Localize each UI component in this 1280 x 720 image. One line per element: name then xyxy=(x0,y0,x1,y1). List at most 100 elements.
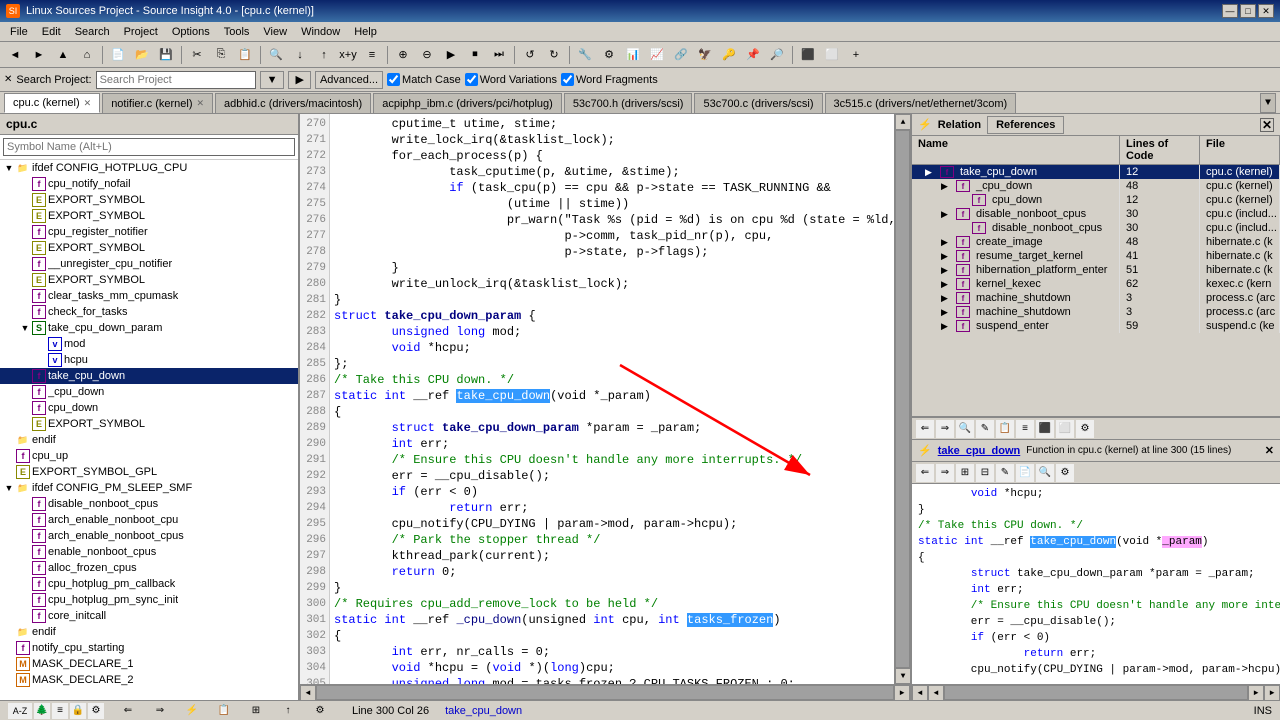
scroll-up-btn[interactable]: ▲ xyxy=(895,114,910,130)
toolbar-btn-15[interactable]: 🔧 xyxy=(574,45,596,65)
scroll-thumb-h[interactable] xyxy=(316,685,894,700)
preview-code[interactable]: void *hcpu;}/* Take this CPU down. */sta… xyxy=(912,484,1280,684)
rel-row-0[interactable]: ▶ f take_cpu_down 12 cpu.c (kernel) xyxy=(912,165,1280,179)
tree-item-20[interactable]: ▼📁ifdef CONFIG_PM_SLEEP_SMF xyxy=(0,480,298,496)
menu-project[interactable]: Project xyxy=(118,24,164,40)
bt-btn-1[interactable]: ⇐ xyxy=(916,464,934,482)
expand-icon-10[interactable]: ▼ xyxy=(20,323,30,333)
scroll-right-btn[interactable]: ► xyxy=(894,685,910,700)
menu-view[interactable]: View xyxy=(257,24,293,40)
tree-item-0[interactable]: ▼📁ifdef CONFIG_HOTPLUG_CPU xyxy=(0,160,298,176)
home-button[interactable]: ⌂ xyxy=(76,45,98,65)
rel-row-6[interactable]: ▶ f resume_target_kernel 41 hibernate.c … xyxy=(912,249,1280,263)
toolbar-btn-19[interactable]: 🔗 xyxy=(670,45,692,65)
rel-row-1[interactable]: ▶ f _cpu_down 48 cpu.c (kernel) xyxy=(912,179,1280,193)
tree-item-31[interactable]: MMASK_DECLARE_1 xyxy=(0,656,298,672)
bt-btn-7[interactable]: 🔍 xyxy=(1036,464,1054,482)
rt-btn-5[interactable]: 📋 xyxy=(996,420,1014,438)
tab-53c700c[interactable]: 53c700.c (drivers/scsi) xyxy=(694,93,822,113)
preview-scroll-left[interactable]: ◄ xyxy=(912,685,928,701)
maximize-button[interactable]: □ xyxy=(1240,4,1256,18)
forward-button[interactable]: ► xyxy=(28,45,50,65)
tree-item-3[interactable]: EEXPORT_SYMBOL xyxy=(0,208,298,224)
scroll-left-btn[interactable]: ◄ xyxy=(300,685,316,700)
tree-item-22[interactable]: farch_enable_nonboot_cpu xyxy=(0,512,298,528)
tree-item-15[interactable]: fcpu_down xyxy=(0,400,298,416)
status-settings2-btn[interactable]: ⚙ xyxy=(312,703,328,719)
tree-item-16[interactable]: EEXPORT_SYMBOL xyxy=(0,416,298,432)
bt-btn-2[interactable]: ⇒ xyxy=(936,464,954,482)
toolbar-btn-14[interactable]: ↻ xyxy=(543,45,565,65)
rt-btn-3[interactable]: 🔍 xyxy=(956,420,974,438)
preview-scroll-right2[interactable]: ► xyxy=(1248,685,1264,701)
tree-item-19[interactable]: EEXPORT_SYMBOL_GPL xyxy=(0,464,298,480)
word-fragments-checkbox[interactable]: Word Fragments xyxy=(561,73,658,86)
rt-btn-1[interactable]: ⇐ xyxy=(916,420,934,438)
bt-btn-4[interactable]: ⊟ xyxy=(976,464,994,482)
toolbar-btn-26[interactable]: + xyxy=(845,45,867,65)
toolbar-btn-21[interactable]: 🔑 xyxy=(718,45,740,65)
menu-help[interactable]: Help xyxy=(348,24,383,40)
tree-item-2[interactable]: EEXPORT_SYMBOL xyxy=(0,192,298,208)
toolbar-btn-7[interactable]: ≡ xyxy=(361,45,383,65)
expand-icon-0[interactable]: ▼ xyxy=(4,163,14,173)
tree-item-18[interactable]: fcpu_up xyxy=(0,448,298,464)
rt-btn-7[interactable]: ⬛ xyxy=(1036,420,1054,438)
bt-btn-8[interactable]: ⚙ xyxy=(1056,464,1074,482)
tree-item-29[interactable]: 📁endif xyxy=(0,624,298,640)
tree-item-28[interactable]: fcore_initcall xyxy=(0,608,298,624)
toolbar-btn-16[interactable]: ⚙ xyxy=(598,45,620,65)
tree-item-26[interactable]: fcpu_hotplug_pm_callback xyxy=(0,576,298,592)
match-case-checkbox[interactable]: Match Case xyxy=(387,73,461,86)
tree-item-9[interactable]: fcheck_for_tasks xyxy=(0,304,298,320)
toolbar-btn-23[interactable]: 🔎 xyxy=(766,45,788,65)
status-find-btn[interactable]: ⊞ xyxy=(248,703,264,719)
tree-item-11[interactable]: vmod xyxy=(0,336,298,352)
open-button[interactable]: 📂 xyxy=(131,45,153,65)
tab-more-btn[interactable]: ▼ xyxy=(1260,93,1276,113)
preview-scroll-left2[interactable]: ◄ xyxy=(928,685,944,701)
copy-button[interactable]: ⎘ xyxy=(210,45,232,65)
toolbar-btn-24[interactable]: ⬛ xyxy=(797,45,819,65)
rt-btn-9[interactable]: ⚙ xyxy=(1076,420,1094,438)
tree-item-24[interactable]: fenable_nonboot_cpus xyxy=(0,544,298,560)
rel-row-5[interactable]: ▶ f create_image 48 hibernate.c (k xyxy=(912,235,1280,249)
tab-53c700h[interactable]: 53c700.h (drivers/scsi) xyxy=(564,93,693,113)
relation-close-btn[interactable]: ✕ xyxy=(1260,118,1274,132)
close-button[interactable]: ✕ xyxy=(1258,4,1274,18)
cut-button[interactable]: ✂ xyxy=(186,45,208,65)
status-az-btn[interactable]: A-Z xyxy=(8,703,32,719)
toolbar-btn-18[interactable]: 📈 xyxy=(646,45,668,65)
tab-cpu-c[interactable]: cpu.c (kernel) ✕ xyxy=(4,93,100,113)
status-tree-btn[interactable]: 🌲 xyxy=(34,703,50,719)
rt-btn-4[interactable]: ✎ xyxy=(976,420,994,438)
rel-row-9[interactable]: ▶ f machine_shutdown 3 process.c (arc xyxy=(912,291,1280,305)
toolbar-btn-6[interactable]: x+y xyxy=(337,45,359,65)
tree-item-8[interactable]: fclear_tasks_mm_cpumask xyxy=(0,288,298,304)
tree-item-4[interactable]: fcpu_register_notifier xyxy=(0,224,298,240)
relation-tab[interactable]: References xyxy=(987,116,1064,134)
search-input[interactable] xyxy=(96,71,256,89)
tree-item-27[interactable]: fcpu_hotplug_pm_sync_init xyxy=(0,592,298,608)
code-v-scrollbar[interactable]: ▲ ▼ xyxy=(894,114,910,684)
rel-row-2[interactable]: f cpu_down 12 cpu.c (kernel) xyxy=(912,193,1280,207)
find-button[interactable]: 🔍 xyxy=(265,45,287,65)
status-list-btn[interactable]: ≡ xyxy=(52,703,68,719)
rel-row-7[interactable]: ▶ f hibernation_platform_enter 51 hibern… xyxy=(912,263,1280,277)
status-back-btn[interactable]: ⇐ xyxy=(120,703,136,719)
rel-row-3[interactable]: ▶ f disable_nonboot_cpus 30 cpu.c (inclu… xyxy=(912,207,1280,221)
search-go-btn[interactable]: ▶ xyxy=(288,71,310,89)
preview-scroll-right[interactable]: ► xyxy=(1264,685,1280,701)
paste-button[interactable]: 📋 xyxy=(234,45,256,65)
back-button[interactable]: ◄ xyxy=(4,45,26,65)
tree-item-21[interactable]: fdisable_nonboot_cpus xyxy=(0,496,298,512)
minimize-button[interactable]: — xyxy=(1222,4,1238,18)
tree-item-17[interactable]: 📁endif xyxy=(0,432,298,448)
tree-item-12[interactable]: vhcpu xyxy=(0,352,298,368)
toolbar-btn-12[interactable]: ⏭ xyxy=(488,45,510,65)
menu-tools[interactable]: Tools xyxy=(218,24,256,40)
code-h-scrollbar[interactable]: ◄ ► xyxy=(300,684,910,700)
tree-item-23[interactable]: farch_enable_nonboot_cpus xyxy=(0,528,298,544)
toolbar-btn-22[interactable]: 📌 xyxy=(742,45,764,65)
toolbar-btn-5[interactable]: ↑ xyxy=(313,45,335,65)
